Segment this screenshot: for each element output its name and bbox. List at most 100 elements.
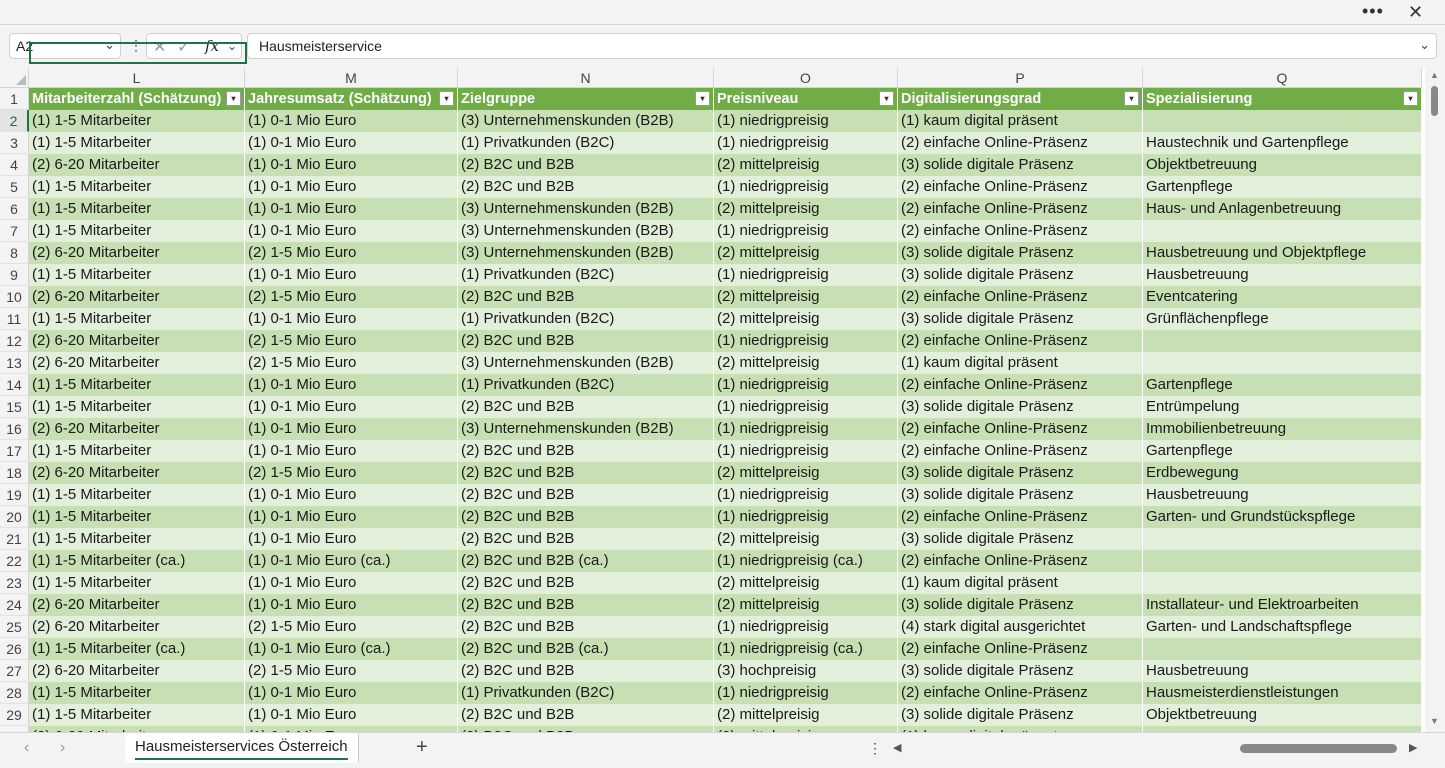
row-number[interactable]: 23 xyxy=(0,572,29,594)
table-cell[interactable]: (2) mittelpreisig xyxy=(714,242,898,264)
table-cell[interactable]: (1) 0-1 Mio Euro xyxy=(245,176,458,198)
table-cell[interactable]: (1) niedrigpreisig (ca.) xyxy=(714,638,898,660)
table-cell[interactable]: (3) Unternehmenskunden (B2B) xyxy=(458,110,714,132)
table-cell[interactable]: Entrümpelung xyxy=(1143,396,1422,418)
table-cell[interactable]: Hausmeisterdienstleistungen xyxy=(1143,682,1422,704)
table-cell[interactable]: (2) 1-5 Mio Euro xyxy=(245,242,458,264)
table-cell[interactable]: (2) B2C und B2B xyxy=(458,286,714,308)
table-cell[interactable]: (2) einfache Online-Präsenz xyxy=(898,418,1143,440)
header-cell[interactable]: Jahresumsatz (Schätzung) ▾ xyxy=(245,88,458,110)
table-cell[interactable] xyxy=(1143,220,1422,242)
table-cell[interactable]: (1) 1-5 Mitarbeiter xyxy=(29,132,245,154)
table-cell[interactable]: (1) niedrigpreisig xyxy=(714,396,898,418)
table-cell[interactable]: (1) 0-1 Mio Euro xyxy=(245,110,458,132)
table-cell[interactable]: (3) Unternehmenskunden (B2B) xyxy=(458,242,714,264)
table-cell[interactable]: (2) mittelpreisig xyxy=(714,154,898,176)
filter-dropdown-icon[interactable]: ▾ xyxy=(226,91,241,106)
table-cell[interactable]: (2) einfache Online-Präsenz xyxy=(898,132,1143,154)
table-cell[interactable]: (1) 0-1 Mio Euro xyxy=(245,572,458,594)
table-cell[interactable]: (1) 1-5 Mitarbeiter xyxy=(29,396,245,418)
table-cell[interactable]: (2) B2C und B2B xyxy=(458,154,714,176)
row-number[interactable]: 22 xyxy=(0,550,29,572)
row-number[interactable]: 27 xyxy=(0,660,29,682)
table-cell[interactable]: (1) niedrigpreisig xyxy=(714,110,898,132)
table-cell[interactable]: (1) 0-1 Mio Euro xyxy=(245,440,458,462)
next-sheet-icon[interactable]: › xyxy=(60,739,65,757)
table-cell[interactable]: (1) 0-1 Mio Euro xyxy=(245,418,458,440)
column-header-p[interactable]: P xyxy=(898,68,1143,88)
table-cell[interactable]: (3) Unternehmenskunden (B2B) xyxy=(458,352,714,374)
table-cell[interactable]: (1) niedrigpreisig xyxy=(714,484,898,506)
row-number[interactable]: 1 xyxy=(0,88,29,110)
header-cell[interactable]: Mitarbeiterzahl (Schätzung) ▾ xyxy=(29,88,245,110)
row-number[interactable]: 29 xyxy=(0,704,29,726)
table-cell[interactable]: Gartenpflege xyxy=(1143,176,1422,198)
row-number[interactable]: 26 xyxy=(0,638,29,660)
table-cell[interactable]: Installateur- und Elektroarbeiten xyxy=(1143,594,1422,616)
row-number[interactable]: 6 xyxy=(0,198,29,220)
expand-formula-icon[interactable]: ⌄ xyxy=(1419,37,1430,53)
table-cell[interactable]: Haus- und Anlagenbetreuung xyxy=(1143,198,1422,220)
column-header-o[interactable]: O xyxy=(714,68,898,88)
table-cell[interactable]: (2) einfache Online-Präsenz xyxy=(898,286,1143,308)
filter-dropdown-icon[interactable]: ▾ xyxy=(1403,91,1418,106)
row-number[interactable]: 19 xyxy=(0,484,29,506)
table-cell[interactable]: (2) 1-5 Mio Euro xyxy=(245,352,458,374)
table-cell[interactable]: (1) 0-1 Mio Euro (ca.) xyxy=(245,638,458,660)
filter-dropdown-icon[interactable]: ▾ xyxy=(439,91,454,106)
table-cell[interactable]: (2) 1-5 Mio Euro xyxy=(245,616,458,638)
table-cell[interactable]: (1) 0-1 Mio Euro xyxy=(245,220,458,242)
table-cell[interactable]: (1) 0-1 Mio Euro xyxy=(245,682,458,704)
table-cell[interactable]: (1) 1-5 Mitarbeiter xyxy=(29,374,245,396)
table-cell[interactable]: (1) niedrigpreisig xyxy=(714,506,898,528)
table-cell[interactable]: (1) 0-1 Mio Euro xyxy=(245,594,458,616)
table-cell[interactable]: (1) 1-5 Mitarbeiter xyxy=(29,528,245,550)
table-cell[interactable]: Objektbetreuung xyxy=(1143,704,1422,726)
filter-dropdown-icon[interactable]: ▾ xyxy=(1124,91,1139,106)
table-cell[interactable]: (2) B2C und B2B (ca.) xyxy=(458,550,714,572)
table-cell[interactable]: Garten- und Grundstückspflege xyxy=(1143,506,1422,528)
row-number[interactable]: 9 xyxy=(0,264,29,286)
table-cell[interactable]: (1) 1-5 Mitarbeiter xyxy=(29,110,245,132)
table-cell[interactable]: (2) B2C und B2B (ca.) xyxy=(458,638,714,660)
table-cell[interactable]: (1) 1-5 Mitarbeiter xyxy=(29,264,245,286)
table-cell[interactable]: (3) Unternehmenskunden (B2B) xyxy=(458,220,714,242)
chevron-down-icon[interactable]: ⌄ xyxy=(104,37,115,53)
row-number[interactable]: 21 xyxy=(0,528,29,550)
table-cell[interactable]: (1) niedrigpreisig xyxy=(714,440,898,462)
table-cell[interactable]: Garten- und Landschaftspflege xyxy=(1143,616,1422,638)
table-cell[interactable]: (1) 0-1 Mio Euro (ca.) xyxy=(245,550,458,572)
table-cell[interactable]: (2) einfache Online-Präsenz xyxy=(898,506,1143,528)
row-number[interactable]: 18 xyxy=(0,462,29,484)
header-cell[interactable]: Zielgruppe ▾ xyxy=(458,88,714,110)
table-cell[interactable]: (3) solide digitale Präsenz xyxy=(898,704,1143,726)
table-cell[interactable]: (1) 0-1 Mio Euro xyxy=(245,264,458,286)
enter-icon[interactable]: ✓ xyxy=(177,37,190,57)
table-cell[interactable]: (2) 6-20 Mitarbeiter xyxy=(29,616,245,638)
table-cell[interactable]: (1) niedrigpreisig xyxy=(714,264,898,286)
table-cell[interactable]: (1) 1-5 Mitarbeiter (ca.) xyxy=(29,638,245,660)
table-cell[interactable] xyxy=(1143,528,1422,550)
table-cell[interactable]: (3) solide digitale Präsenz xyxy=(898,484,1143,506)
header-cell[interactable]: Spezialisierung ▾ xyxy=(1143,88,1422,110)
table-cell[interactable]: (2) einfache Online-Präsenz xyxy=(898,550,1143,572)
table-cell[interactable]: (2) B2C und B2B xyxy=(458,616,714,638)
table-cell[interactable]: (3) solide digitale Präsenz xyxy=(898,242,1143,264)
vertical-scrollbar[interactable]: ▲ ▼ xyxy=(1425,68,1445,732)
row-number[interactable]: 3 xyxy=(0,132,29,154)
table-cell[interactable]: (2) B2C und B2B xyxy=(458,528,714,550)
formula-input[interactable]: Hausmeisterservice ⌄ xyxy=(247,33,1437,59)
table-cell[interactable]: (1) Privatkunden (B2C) xyxy=(458,682,714,704)
table-cell[interactable]: (2) 1-5 Mio Euro xyxy=(245,660,458,682)
row-number[interactable]: 24 xyxy=(0,594,29,616)
table-cell[interactable]: Hausbetreuung xyxy=(1143,660,1422,682)
horizontal-scroll-thumb[interactable] xyxy=(1240,744,1397,753)
table-cell[interactable]: (1) 1-5 Mitarbeiter xyxy=(29,176,245,198)
table-cell[interactable]: (1) 1-5 Mitarbeiter xyxy=(29,440,245,462)
table-cell[interactable]: (3) solide digitale Präsenz xyxy=(898,528,1143,550)
table-cell[interactable] xyxy=(1143,110,1422,132)
table-cell[interactable]: (1) 0-1 Mio Euro xyxy=(245,154,458,176)
table-cell[interactable]: (1) 0-1 Mio Euro xyxy=(245,198,458,220)
table-cell[interactable]: (1) 1-5 Mitarbeiter xyxy=(29,572,245,594)
table-cell[interactable]: (1) 0-1 Mio Euro xyxy=(245,528,458,550)
